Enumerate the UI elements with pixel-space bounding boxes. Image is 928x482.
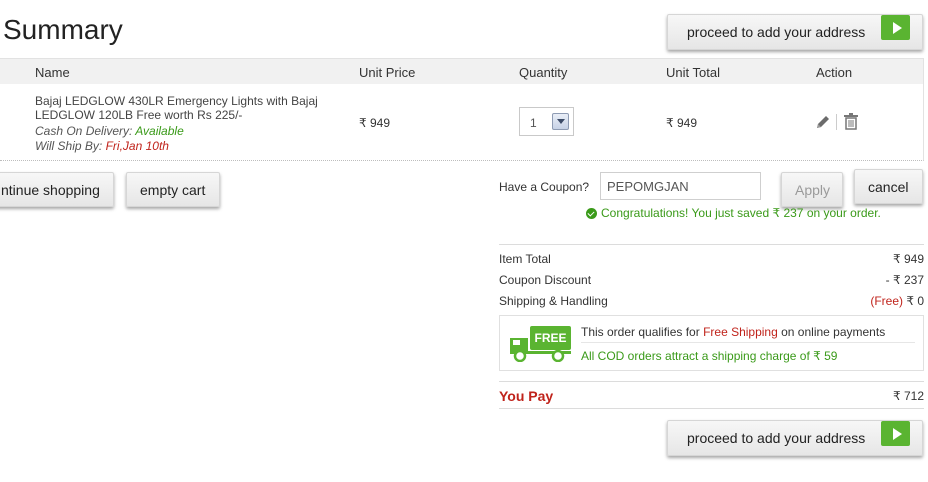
column-name: Name <box>35 65 70 80</box>
free-shipping-line: This order qualifies for Free Shipping o… <box>581 325 885 339</box>
cod-charge-line: All COD orders attract a shipping charge… <box>581 349 838 363</box>
ship-label: Will Ship By: <box>35 139 103 153</box>
shipping-row: Shipping & Handling (Free) ₹ 0 <box>499 294 924 308</box>
cancel-button[interactable]: cancel <box>854 169 923 204</box>
shipping-free-label: (Free) <box>870 294 903 308</box>
free-shipping-box: FREE This order qualifies for Free Shipp… <box>499 315 924 371</box>
column-quantity: Quantity <box>519 65 568 80</box>
pencil-icon[interactable] <box>815 114 831 130</box>
you-pay-amount: ₹ 712 <box>893 389 924 403</box>
cod-value: Available <box>135 124 184 138</box>
order-totals: Item Total ₹ 949 Coupon Discount - ₹ 237… <box>499 244 924 308</box>
chevron-down-icon[interactable] <box>552 113 569 130</box>
check-circle-icon <box>586 207 597 219</box>
product-name[interactable]: Bajaj LEDGLOW 430LR Emergency Lights wit… <box>35 94 335 122</box>
cart-table: Name Unit Price Quantity Unit Total Acti… <box>0 58 924 161</box>
congrats-text: Congratulations! You just saved <box>601 206 770 220</box>
column-action: Action <box>816 65 853 80</box>
congrats-suffix: on your order. <box>806 206 881 220</box>
item-total-value: ₹ 949 <box>893 252 924 266</box>
truck-free-label: FREE <box>534 331 566 345</box>
page-title: Summary <box>3 14 123 45</box>
column-unit-price: Unit Price <box>359 65 416 80</box>
free-shipping-suffix: on online payments <box>781 325 886 339</box>
congrats-amount: ₹ 237 <box>772 206 804 220</box>
shipping-label: Shipping & Handling <box>499 294 608 308</box>
play-arrow-icon <box>881 15 910 40</box>
you-pay-label: You Pay <box>499 388 554 404</box>
coupon-discount-label: Coupon Discount <box>499 273 592 287</box>
unit-price: ₹ 949 <box>359 116 390 130</box>
shipping-value: (Free) ₹ 0 <box>870 294 924 308</box>
truck-icon: FREE <box>510 326 571 362</box>
quantity-value: 1 <box>530 116 537 130</box>
column-unit-total: Unit Total <box>666 65 720 80</box>
proceed-label: proceed to add your address <box>687 430 866 446</box>
unit-total: ₹ 949 <box>666 116 697 130</box>
item-total-label: Item Total <box>499 252 551 266</box>
ship-date: Will Ship By: Fri,Jan 10th <box>35 139 169 153</box>
apply-button[interactable]: Apply <box>781 172 843 207</box>
trash-icon[interactable] <box>843 113 859 130</box>
proceed-label: proceed to add your address <box>687 24 866 40</box>
empty-cart-button[interactable]: empty cart <box>126 172 220 207</box>
play-arrow-icon <box>881 421 910 446</box>
shipping-amount: ₹ 0 <box>906 294 924 308</box>
coupon-label: Have a Coupon? <box>499 180 590 194</box>
coupon-discount-row: Coupon Discount - ₹ 237 <box>499 273 924 287</box>
shipping-divider <box>581 342 915 343</box>
proceed-address-button-bottom[interactable]: proceed to add your address <box>667 420 923 456</box>
cod-label: Cash On Delivery: <box>35 124 133 138</box>
quantity-select[interactable]: 1 <box>519 107 574 136</box>
action-divider <box>836 114 837 130</box>
table-row: Bajaj LEDGLOW 430LR Emergency Lights wit… <box>0 84 923 162</box>
free-shipping-prefix: This order qualifies for <box>581 325 700 339</box>
free-shipping-highlight: Free Shipping <box>703 325 778 339</box>
coupon-discount-value: - ₹ 237 <box>885 273 924 287</box>
cart-table-header: Name Unit Price Quantity Unit Total Acti… <box>0 59 923 84</box>
coupon-input[interactable] <box>600 172 761 200</box>
ship-value: Fri,Jan 10th <box>105 139 169 153</box>
coupon-success-message: Congratulations! You just saved ₹ 237 on… <box>586 206 881 220</box>
item-total-row: Item Total ₹ 949 <box>499 252 924 266</box>
continue-shopping-button[interactable]: ntinue shopping <box>0 172 114 207</box>
you-pay-row: You Pay ₹ 712 <box>499 381 924 409</box>
cod-status: Cash On Delivery: Available <box>35 124 184 138</box>
proceed-address-button-top[interactable]: proceed to add your address <box>667 14 923 50</box>
